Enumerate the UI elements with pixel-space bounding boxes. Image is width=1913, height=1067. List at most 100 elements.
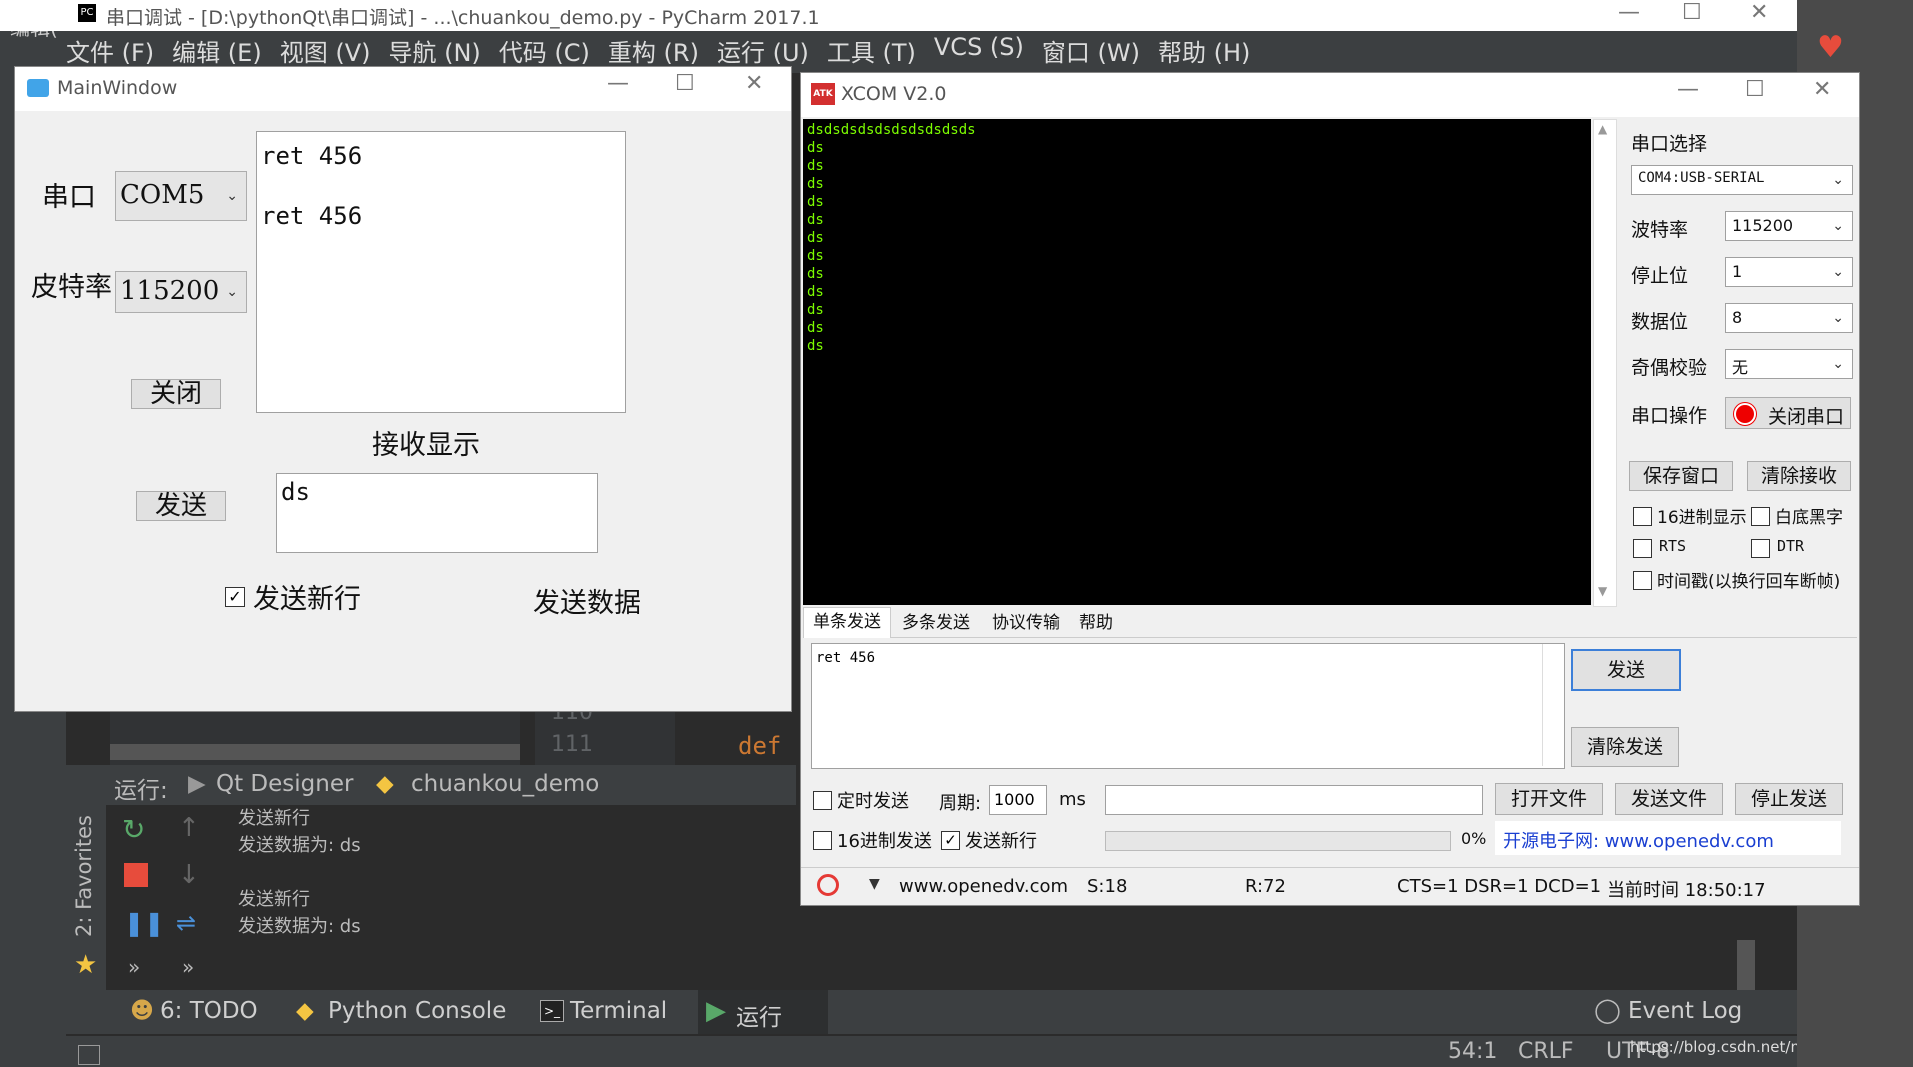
chevron-down-icon[interactable]: ▼ (869, 876, 880, 892)
period-input[interactable]: 1000 (989, 785, 1047, 815)
stop-bits-combobox[interactable]: 1 ⌄ (1725, 257, 1853, 287)
more-icon[interactable]: » (128, 955, 140, 979)
receive-terminal[interactable]: dsdsdsdsdsdsdsdsdsds ds ds ds ds ds ds d… (803, 119, 1591, 605)
send-scrollbar[interactable] (1542, 644, 1563, 766)
newline-label: 发送新行 (253, 584, 361, 615)
console-line: 发送新行 (238, 808, 310, 829)
tab-todo[interactable]: 6: TODO (160, 998, 258, 1024)
vertical-scrollbar[interactable] (1737, 940, 1755, 990)
send-textbox[interactable]: ds (276, 473, 598, 553)
stop-send-button[interactable]: 停止发送 (1735, 783, 1843, 815)
terminal-line: ds (807, 338, 824, 354)
save-window-button[interactable]: 保存窗口 (1629, 461, 1733, 491)
scroll-down-icon[interactable]: ▼ (1598, 584, 1607, 598)
maximize-icon[interactable]: ☐ (1745, 77, 1765, 102)
minimize-icon[interactable]: — (1618, 0, 1640, 25)
menu-window[interactable]: 窗口 (W) (1042, 33, 1140, 73)
event-log-icon: ◯ (1594, 996, 1621, 1024)
dtr-checkbox[interactable] (1751, 539, 1770, 558)
favorites-strip: 2: Favorites ★ (66, 805, 106, 990)
newline-checkbox[interactable]: ✓ (225, 587, 245, 607)
send-button[interactable]: 发送 (136, 491, 226, 521)
tab-python-console[interactable]: Python Console (328, 998, 506, 1024)
receive-textbox[interactable]: ret 456 ret 456 (256, 131, 626, 413)
pause-icon[interactable]: ❚❚ (124, 909, 164, 937)
timestamp-checkbox[interactable] (1633, 571, 1652, 590)
tab-help[interactable]: 帮助 (1071, 609, 1121, 637)
maximize-icon[interactable]: ☐ (1682, 0, 1702, 25)
red-light-icon (1734, 403, 1756, 425)
wrap-icon[interactable]: ⇌ (176, 909, 196, 937)
terminal-line: dsdsdsdsdsdsdsdsdsds (807, 122, 976, 138)
website-banner[interactable]: 开源电子网: www.openedv.com (1495, 821, 1841, 855)
clear-send-button[interactable]: 清除发送 (1571, 727, 1679, 767)
port-select-label: 串口选择 (1631, 133, 1708, 155)
more-icon[interactable]: » (182, 955, 194, 979)
xcom-title: XCOM V2.0 (841, 83, 947, 105)
ms-label: ms (1059, 789, 1086, 810)
status-line-separator[interactable]: CRLF (1518, 1039, 1574, 1064)
console-line: 发送数据为: ds (238, 916, 361, 937)
status-position[interactable]: 54:1 (1448, 1039, 1497, 1064)
data-bits-combobox[interactable]: 8 ⌄ (1725, 303, 1853, 333)
send-newline-checkbox[interactable]: ✓ (941, 831, 960, 850)
run-tab-qt-designer[interactable]: Qt Designer (216, 771, 353, 797)
layout-icon[interactable] (78, 1045, 100, 1065)
horizontal-scrollbar[interactable] (110, 744, 520, 760)
tab-protocol[interactable]: 协议传输 (983, 609, 1069, 637)
menu-help[interactable]: 帮助 (H) (1158, 33, 1250, 73)
tab-single-send[interactable]: 单条发送 (803, 607, 891, 638)
run-panel-header: 运行: ▶ Qt Designer ◆ chuankou_demo (66, 765, 796, 805)
minimize-icon[interactable]: — (607, 71, 629, 96)
white-black-checkbox[interactable] (1751, 507, 1770, 526)
stop-icon[interactable] (124, 863, 148, 887)
rts-checkbox[interactable] (1633, 539, 1652, 558)
send-textarea[interactable]: ret 456 (811, 643, 1565, 769)
port-combobox[interactable]: COM5 ⌄ (115, 171, 247, 221)
send-data-label: 发送数据 (533, 588, 641, 619)
hex-send-checkbox[interactable] (813, 831, 832, 850)
close-port-button[interactable]: 关闭串口 (1725, 397, 1851, 429)
menu-tools[interactable]: 工具 (T) (827, 33, 916, 73)
port-select-combobox[interactable]: COM4:USB-SERIAL ⌄ (1631, 165, 1853, 195)
up-arrow-icon[interactable]: ↑ (178, 813, 200, 843)
clear-receive-button[interactable]: 清除接收 (1747, 461, 1851, 491)
close-icon[interactable]: ✕ (745, 71, 763, 96)
data-bits-value: 8 (1732, 308, 1743, 327)
xcom-window: ATK XCOM V2.0 — ☐ ✕ dsdsdsdsdsdsdsdsdsds… (800, 72, 1860, 906)
down-arrow-icon[interactable]: ↓ (178, 860, 200, 890)
python-icon: ◆ (376, 771, 394, 797)
baud-combobox[interactable]: 115200 ⌄ (1725, 211, 1853, 241)
run-tab-chuankou-demo[interactable]: chuankou_demo (411, 771, 599, 797)
timed-send-checkbox[interactable] (813, 791, 832, 810)
scroll-up-icon[interactable]: ▲ (1598, 122, 1607, 136)
maximize-icon[interactable]: ☐ (675, 71, 695, 96)
run-icon: ▶ (706, 996, 726, 1026)
terminal-scrollbar[interactable]: ▲ ▼ (1593, 119, 1617, 607)
send-text: ds (281, 478, 310, 506)
close-icon[interactable]: ✕ (1750, 0, 1768, 25)
terminal-line: ds (807, 140, 824, 156)
tab-terminal[interactable]: Terminal (570, 998, 667, 1024)
close-port-button[interactable]: 关闭 (131, 379, 221, 409)
tab-event-log[interactable]: Event Log (1628, 998, 1742, 1024)
hex-display-checkbox[interactable] (1633, 507, 1652, 526)
parity-combobox[interactable]: 无 ⌄ (1725, 349, 1853, 379)
open-file-button[interactable]: 打开文件 (1495, 783, 1603, 815)
send-file-button[interactable]: 发送文件 (1615, 783, 1723, 815)
parity-label: 奇偶校验 (1631, 357, 1708, 379)
tab-run[interactable]: 运行 (736, 998, 782, 1032)
rerun-icon[interactable]: ↻ (122, 813, 145, 846)
send-button[interactable]: 发送 (1571, 649, 1681, 691)
menu-vcs[interactable]: VCS (S) (934, 33, 1024, 73)
minimize-icon[interactable]: — (1677, 77, 1699, 102)
project-panel-fragment (110, 710, 520, 770)
tab-multi-send[interactable]: 多条发送 (893, 609, 979, 637)
status-website[interactable]: www.openedv.com (899, 876, 1068, 897)
file-path-input[interactable] (1105, 785, 1483, 815)
settings-gear-icon[interactable] (817, 874, 839, 896)
baud-combobox[interactable]: 115200 ⌄ (115, 271, 247, 313)
favorites-tab[interactable]: 2: Favorites (72, 815, 96, 937)
close-icon[interactable]: ✕ (1813, 77, 1831, 102)
